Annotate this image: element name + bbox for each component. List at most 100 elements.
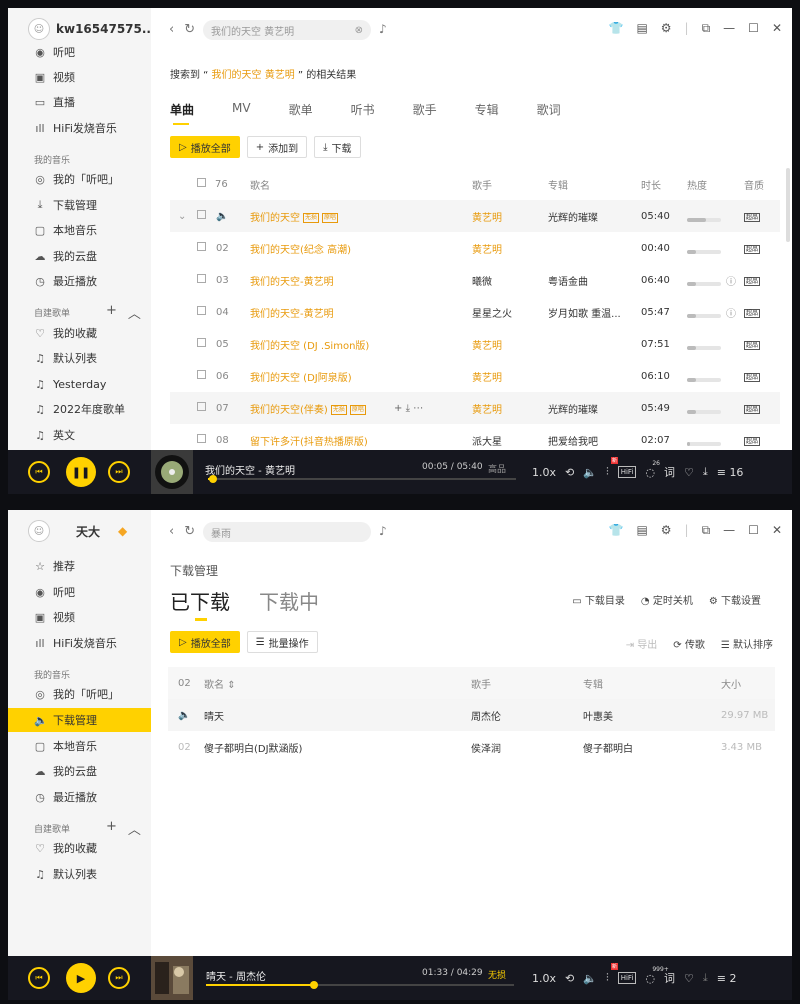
tab-lyrics[interactable]: 歌词 bbox=[537, 101, 561, 118]
row-checkbox[interactable] bbox=[197, 338, 206, 350]
sidebar-item-default-list[interactable]: ♫ 默认列表 bbox=[8, 346, 151, 370]
row-checkbox[interactable] bbox=[197, 274, 206, 286]
album-link[interactable]: 傻子都明白 bbox=[583, 740, 633, 755]
message-icon[interactable]: ▤ bbox=[636, 523, 647, 538]
sidebar-item-favorites[interactable]: ♡ 我的收藏 bbox=[8, 836, 151, 860]
table-row[interactable]: 05 我们的天空 (DJ .Simon版) 黄艺明 07:51 超品 bbox=[170, 328, 780, 360]
like-icon[interactable]: ♡ bbox=[684, 466, 694, 479]
download-button[interactable]: ⤓ 下载 bbox=[314, 136, 361, 158]
refresh-icon[interactable]: ↻ bbox=[184, 524, 195, 539]
loop-icon[interactable]: ⟲ bbox=[565, 972, 574, 985]
song-title[interactable]: 我们的天空 (DJ阿泉版) bbox=[250, 369, 352, 384]
quality-badge[interactable]: 超品 bbox=[744, 339, 761, 350]
sidebar-item-live[interactable]: ▭ 直播 bbox=[8, 90, 151, 114]
select-all-checkbox[interactable] bbox=[197, 178, 206, 190]
sidebar-item-default-list[interactable]: ♫ 默认列表 bbox=[8, 862, 151, 886]
search-input[interactable]: 暴雨 bbox=[203, 522, 371, 542]
quality-badge[interactable]: 超品 bbox=[744, 211, 761, 222]
album-cover[interactable] bbox=[151, 450, 193, 494]
next-button[interactable]: ⏭ bbox=[108, 461, 130, 483]
artist-link[interactable]: 星星之火 bbox=[472, 305, 512, 320]
sidebar-item-cloud[interactable]: ☁ 我的云盘 bbox=[8, 244, 151, 268]
sidebar-item-cloud[interactable]: ☁ 我的云盘 bbox=[8, 759, 151, 783]
transfer-button[interactable]: ⟳ 传歌 bbox=[673, 636, 705, 651]
lyrics-button[interactable]: 词 bbox=[664, 464, 675, 480]
playlist-queue-button[interactable]: ≡ 2 bbox=[717, 972, 737, 985]
mini-mode-icon[interactable]: ⧉ bbox=[702, 21, 711, 36]
quality-badge[interactable]: 超品 bbox=[744, 371, 761, 382]
tab-albums[interactable]: 专辑 bbox=[475, 101, 499, 118]
next-button[interactable]: ⏭ bbox=[108, 967, 130, 989]
play-all-button[interactable]: ▷ 播放全部 bbox=[170, 136, 240, 158]
artist-link[interactable]: 侯泽润 bbox=[471, 740, 501, 755]
artist-link[interactable]: 黄艺明 bbox=[472, 337, 502, 352]
add-to-button[interactable]: + 添加到 bbox=[246, 136, 308, 158]
tab-audiobooks[interactable]: 听书 bbox=[351, 101, 375, 118]
row-checkbox[interactable] bbox=[197, 210, 206, 222]
equalizer-icon[interactable]: ⫶ 新 bbox=[606, 963, 618, 985]
comments-button[interactable]: ◌ 999+ bbox=[645, 966, 668, 985]
song-recognition-icon[interactable]: ♪ bbox=[379, 524, 387, 538]
row-checkbox[interactable] bbox=[197, 434, 206, 446]
artist-link[interactable]: 黄艺明 bbox=[472, 209, 502, 224]
username[interactable]: kw16547575... bbox=[56, 22, 151, 36]
now-playing-title[interactable]: 晴天 - 周杰伦 bbox=[206, 968, 266, 983]
play-button[interactable]: ▶ bbox=[66, 963, 96, 993]
speed-button[interactable]: 1.0x bbox=[532, 466, 556, 479]
song-title[interactable]: 留下许多汗(抖音热播原版) bbox=[250, 433, 368, 448]
progress-handle[interactable] bbox=[208, 475, 217, 483]
sidebar-item-video[interactable]: ▣ 视频 bbox=[8, 65, 151, 89]
song-title[interactable]: 我们的天空(伴奏) 无损 原唱 bbox=[250, 401, 366, 416]
close-icon[interactable]: ✕ bbox=[772, 523, 782, 538]
volume-icon[interactable]: 🔈 bbox=[583, 972, 597, 985]
sidebar-item-video[interactable]: ▣ 视频 bbox=[8, 605, 151, 629]
sidebar-item-recent[interactable]: ◷ 最近播放 bbox=[8, 269, 151, 293]
sidebar-item-2022[interactable]: ♫ 2022年度歌单 bbox=[8, 397, 151, 421]
back-icon[interactable]: ‹ bbox=[169, 22, 174, 37]
song-title[interactable]: 我们的天空(纪念 高潮) bbox=[250, 241, 351, 256]
avatar[interactable]: ☺ bbox=[28, 18, 50, 40]
sidebar-item-yesterday[interactable]: ♫ Yesterday bbox=[8, 372, 151, 396]
progress-handle[interactable] bbox=[309, 981, 318, 989]
previous-button[interactable]: ⏮ bbox=[28, 461, 50, 483]
play-all-button[interactable]: ▷ 播放全部 bbox=[170, 631, 240, 653]
settings-icon[interactable]: ⚙ bbox=[661, 523, 672, 538]
loop-icon[interactable]: ⟲ bbox=[565, 466, 574, 479]
user-profile[interactable]: ☺ kw16547575... ◆ bbox=[28, 18, 151, 40]
table-row[interactable]: 07 我们的天空(伴奏) 无损 原唱 + ⤓ ⋯ 黄艺明 光辉的璀璨 05:49 超品 bbox=[170, 392, 780, 424]
timed-shutdown-link[interactable]: ◔ 定时关机 bbox=[641, 592, 693, 607]
album-link[interactable]: 把爱给我吧 bbox=[548, 433, 598, 448]
artist-link[interactable]: 周杰伦 bbox=[471, 708, 501, 723]
download-icon[interactable]: ⤓ bbox=[406, 403, 410, 414]
username[interactable]: 天大 bbox=[76, 523, 100, 540]
album-link[interactable]: 岁月如歌 重温... bbox=[548, 305, 621, 320]
album-link[interactable]: 光辉的璀璨 bbox=[548, 209, 598, 224]
quality-badge[interactable]: 超品 bbox=[744, 275, 761, 286]
sidebar-item-local[interactable]: ▢ 本地音乐 bbox=[8, 734, 151, 758]
info-icon[interactable]: ⓘ bbox=[726, 273, 736, 288]
tab-playlists[interactable]: 歌单 bbox=[289, 101, 313, 118]
export-button[interactable]: ⇥ 导出 bbox=[626, 636, 658, 651]
album-link[interactable]: 叶惠美 bbox=[583, 708, 613, 723]
tab-mv[interactable]: MV bbox=[232, 101, 251, 118]
sidebar-item-recent[interactable]: ◷ 最近播放 bbox=[8, 785, 151, 809]
progress-bar[interactable] bbox=[206, 981, 514, 989]
minimize-icon[interactable]: — bbox=[723, 523, 735, 538]
volume-icon[interactable]: 🔈 bbox=[583, 466, 597, 479]
collapse-icon[interactable]: ︿ bbox=[128, 303, 141, 322]
hifi-button[interactable]: HiFi bbox=[617, 972, 637, 984]
table-row[interactable]: ⌄ 🔈 我们的天空 无损 原唱 黄艺明 光辉的璀璨 05:40 超品 bbox=[170, 200, 780, 232]
row-checkbox[interactable] bbox=[197, 370, 206, 382]
song-title[interactable]: 我们的天空-黄艺明 bbox=[250, 305, 334, 320]
song-title[interactable]: 我们的天空 (DJ .Simon版) bbox=[250, 337, 369, 352]
sidebar-item-downloads[interactable]: 🔈 下载管理 bbox=[8, 708, 151, 732]
equalizer-icon[interactable]: ⫶ 新 bbox=[606, 457, 618, 479]
download-dir-link[interactable]: ▭ 下载目录 bbox=[572, 592, 625, 607]
download-settings-link[interactable]: ⚙ 下载设置 bbox=[709, 592, 761, 607]
pause-button[interactable]: ❚❚ bbox=[66, 457, 96, 487]
message-icon[interactable]: ▤ bbox=[636, 21, 647, 36]
refresh-icon[interactable]: ↻ bbox=[184, 22, 195, 37]
add-icon[interactable]: + bbox=[394, 403, 402, 414]
quality-badge[interactable]: 超品 bbox=[744, 435, 761, 446]
table-row[interactable]: 03 我们的天空-黄艺明 曦微 粤语金曲 06:40 ⓘ 超品 bbox=[170, 264, 780, 296]
